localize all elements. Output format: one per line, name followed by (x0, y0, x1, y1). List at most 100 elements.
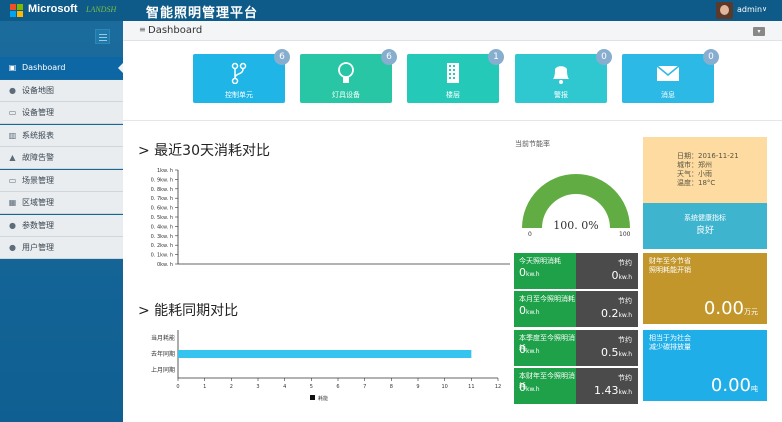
tile-branch[interactable]: 控制单元 6 (193, 49, 290, 103)
user-name[interactable]: admin (737, 5, 762, 14)
sidebar-item-0[interactable]: ▣ Dashboard (0, 57, 123, 79)
savings-cost-panel: 财年至今节省 照明耗能开销 0.00万元 (643, 253, 767, 324)
tile-bulb[interactable]: 灯具设备 6 (300, 49, 397, 103)
sidebar-item-8[interactable]: ● 用户管理 (0, 237, 123, 259)
sidebar-item-5[interactable]: ▭ 场景管理 (0, 170, 123, 192)
consumption-title: 今天照明消耗 (519, 257, 561, 265)
building-icon (447, 63, 459, 83)
user-menu-chevron-down-icon[interactable]: ∨ (762, 5, 767, 13)
consumption-panel: 本财年至今照明消耗 0kw.h (514, 368, 576, 404)
tile-label: 灯具设备 (332, 91, 360, 99)
microsoft-logo-icon (10, 4, 24, 18)
sidebar-item-label: 设备管理 (22, 108, 54, 117)
saving-panel: 节约 0.5kw.h (576, 330, 638, 366)
sidebar-item-7[interactable]: ● 参数管理 (0, 215, 123, 237)
weather-panel: 日期：2016-11-21 城市：郑州 天气：小雨 温度：18°C (643, 137, 767, 203)
energy-chart-title: > 最近30天消耗对比 (138, 143, 270, 159)
sidebar-item-6[interactable]: ▦ 区域管理 (0, 192, 123, 214)
x-tick-label: 4 (283, 384, 286, 390)
collapse-chevron-icon[interactable]: ▾ (753, 27, 765, 36)
bell-icon (553, 66, 569, 84)
tile-label: 楼层 (446, 91, 460, 99)
sidebar-item-label: 场景管理 (22, 176, 54, 185)
nav-icon: ▣ (8, 63, 17, 72)
consumption-panel: 今天照明消耗 0kw.h (514, 253, 576, 289)
nav-icon: ▭ (8, 108, 17, 117)
sidebar-item-4[interactable]: ▲ 故障告警 (0, 147, 123, 169)
tile-label: 控制单元 (225, 91, 253, 99)
tile-count-badge: 0 (596, 49, 612, 65)
saving-rate-title: 当前节能率 (515, 140, 550, 148)
x-tick-label: 5 (310, 384, 313, 390)
sidebar-item-label: 故障告警 (22, 153, 54, 162)
y-tick-label: 0. 5kw. h (151, 215, 173, 221)
x-tick-label: 7 (363, 384, 366, 390)
y-tick-label: 0. 7kw. h (151, 196, 173, 202)
sidebar-item-label: 区域管理 (22, 198, 54, 207)
y-tick-label: 0. 8kw. h (151, 187, 173, 193)
tile-bell[interactable]: 警报 0 (515, 49, 612, 103)
x-tick-label: 8 (390, 384, 393, 390)
x-tick-label: 10 (441, 384, 447, 390)
tile-count-badge: 1 (488, 49, 504, 65)
y-tick-label: 0kw. h (157, 262, 173, 268)
breadcrumb: ≡ Dashboard ▾ (123, 21, 782, 41)
chart-axis (177, 170, 510, 265)
savings-cost-line2: 照明耗能开销 (649, 266, 691, 274)
top-bar: Microsoft LANDSH 智能照明管理平台 admin ∨ (0, 0, 782, 21)
secondary-brand-logo: LANDSH (86, 5, 117, 14)
saving-panel: 节约 0kw.h (576, 253, 638, 289)
saving-rate-gauge: 0 100 100. 0% (522, 174, 631, 238)
period-comparison-chart: 当月耗能去年同期上月同期0 1 2 3 4 5 6 7 8 9 10 11 12耗能 (151, 330, 501, 402)
saving-value: 0.5kw.h (600, 346, 632, 359)
tile-count-badge: 6 (381, 49, 397, 65)
sidebar-item-label: 设备地图 (22, 86, 54, 95)
nav-icon: ▦ (8, 198, 17, 207)
x-tick-label: 11 (468, 384, 474, 390)
tile-count-badge: 6 (274, 49, 290, 65)
nav-icon: ● (9, 243, 16, 252)
x-tick-label: 9 (416, 384, 419, 390)
tile-count-badge: 0 (703, 49, 719, 65)
sidebar-item-label: 系统报表 (22, 131, 54, 140)
saving-value: 0.2kw.h (600, 307, 632, 320)
x-tick-label: 2 (230, 384, 233, 390)
bulb-icon (338, 62, 354, 83)
sidebar-item-3[interactable]: ▥ 系统报表 (0, 125, 123, 147)
carbon-reduction-panel: 相当于为社会 减少碳排放量 0.00吨 (643, 330, 767, 401)
tile-label: 警报 (554, 91, 568, 99)
sidebar-item-1[interactable]: ● 设备地图 (0, 80, 123, 102)
tile-mail[interactable]: 消息 0 (622, 49, 719, 103)
consumption-panel: 本月至今照明消耗 0kw.h (514, 291, 576, 327)
saving-panel: 节约 1.43kw.h (576, 368, 638, 404)
health-value: 良好 (695, 226, 714, 236)
y-tick-label: 1kw. h (157, 168, 173, 174)
y-tick-label: 0. 3kw. h (151, 234, 173, 240)
carbon-line2: 减少碳排放量 (649, 343, 691, 351)
sidebar-item-2[interactable]: ▭ 设备管理 (0, 102, 123, 124)
mail-icon (656, 65, 680, 81)
divider (123, 120, 782, 121)
consumption-value: 0kw.h (519, 304, 540, 317)
sidebar-item-label: 用户管理 (22, 243, 54, 252)
gauge-max-label: 100 (619, 231, 631, 238)
energy-30-days-chart: 1kw. h 0. 9kw. h 0. 8kw. h 0. 7kw. h 0. 6kw.… (151, 168, 510, 268)
saving-label: 节约 (618, 336, 632, 344)
menu-toggle-button[interactable] (95, 29, 110, 44)
gauge-value: 100. 0% (553, 219, 598, 232)
tile-building[interactable]: 楼层 1 (407, 49, 504, 103)
brand-name: Microsoft (28, 3, 78, 15)
consumption-value: 0kw.h (519, 266, 540, 279)
x-tick-label: 6 (336, 384, 339, 390)
health-title: 系统健康指标 (684, 214, 726, 222)
category-label: 当月耗能 (151, 334, 175, 342)
saving-label: 节约 (618, 374, 632, 382)
tile-label: 消息 (661, 91, 675, 99)
nav-icon: ● (9, 221, 16, 230)
menu-icon: ≡ (139, 25, 146, 34)
avatar[interactable] (716, 2, 733, 19)
y-tick-label: 0. 9kw. h (151, 177, 173, 183)
y-tick-label: 0. 2kw. h (151, 243, 173, 249)
saving-panel: 节约 0.2kw.h (576, 291, 638, 327)
consumption-title: 本月至今照明消耗 (519, 295, 575, 303)
